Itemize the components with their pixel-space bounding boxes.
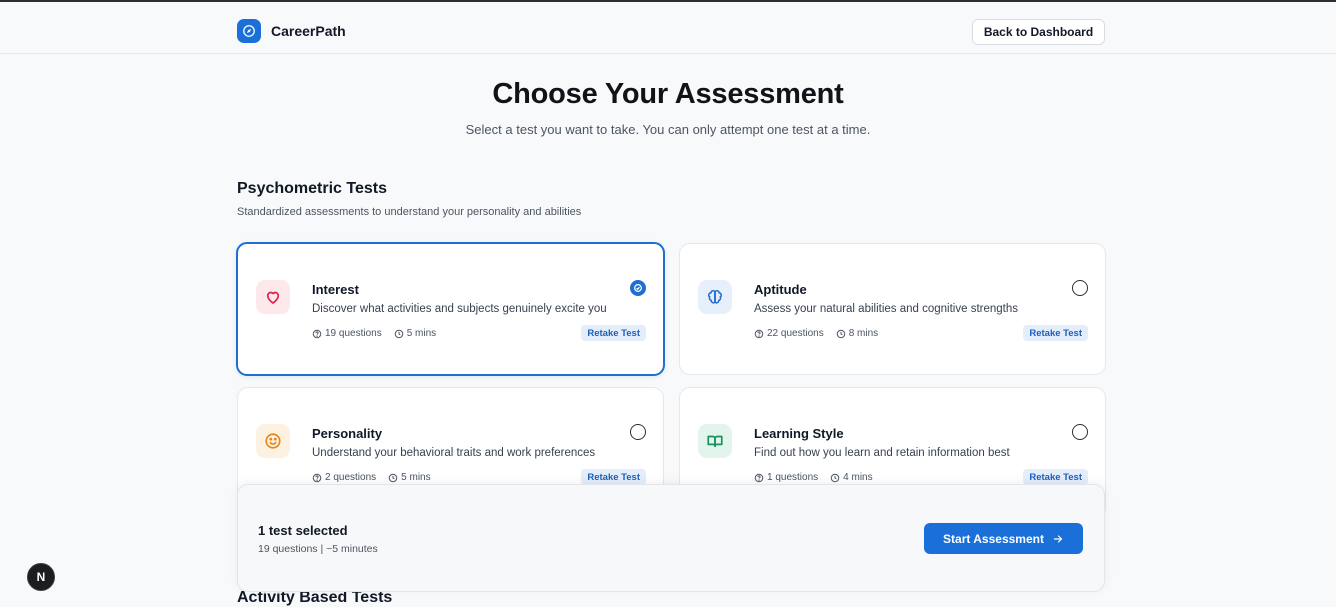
start-assessment-label: Start Assessment — [943, 531, 1044, 546]
clock-icon — [388, 473, 398, 482]
selected-check-icon[interactable] — [630, 280, 646, 296]
help-circle-icon — [754, 329, 764, 338]
dev-tools-badge[interactable]: N — [27, 563, 55, 591]
section-title-psychometric: Psychometric Tests — [237, 180, 387, 197]
heart-icon — [256, 280, 290, 314]
card-description: Assess your natural abilities and cognit… — [754, 303, 1019, 315]
retake-test-badge[interactable]: Retake Test — [581, 325, 646, 341]
app-header: CareerPath Back to Dashboard — [0, 2, 1336, 54]
start-assessment-button[interactable]: Start Assessment — [924, 523, 1083, 554]
page-title: Choose Your Assessment — [492, 78, 844, 110]
duration: 5 mins — [388, 472, 431, 483]
card-description: Discover what activities and subjects ge… — [312, 303, 607, 315]
question-count: 1 questions — [754, 472, 818, 483]
help-circle-icon — [312, 473, 322, 482]
duration: 4 mins — [830, 472, 873, 483]
compass-icon — [237, 19, 261, 43]
card-title: Interest — [312, 282, 359, 297]
card-meta: 22 questions 8 mins — [754, 328, 878, 339]
retake-test-badge[interactable]: Retake Test — [1023, 325, 1088, 341]
select-radio[interactable] — [1072, 280, 1088, 296]
arrow-right-icon — [1053, 534, 1063, 543]
question-count: 2 questions — [312, 472, 376, 483]
card-title: Learning Style — [754, 426, 844, 441]
back-to-dashboard-button[interactable]: Back to Dashboard — [972, 19, 1105, 45]
card-meta: 2 questions 5 mins — [312, 472, 431, 483]
clock-icon — [836, 329, 845, 338]
card-description: Find out how you learn and retain inform… — [754, 447, 1010, 459]
duration: 8 mins — [836, 328, 878, 339]
smile-icon — [256, 424, 290, 458]
card-title: Aptitude — [754, 282, 807, 297]
help-circle-icon — [312, 329, 322, 338]
brand[interactable]: CareerPath — [237, 19, 346, 43]
card-title: Personality — [312, 426, 383, 441]
clock-icon — [830, 473, 840, 482]
assessment-card-aptitude[interactable]: Aptitude Assess your natural abilities a… — [679, 243, 1106, 375]
selection-summary-bar: 1 test selected 19 questions | ~5 minute… — [237, 484, 1105, 592]
book-open-icon — [698, 424, 732, 458]
section-description-psychometric: Standardized assessments to understand y… — [237, 206, 582, 218]
question-count: 22 questions — [754, 328, 824, 339]
clock-icon — [394, 329, 403, 338]
duration: 5 mins — [394, 328, 436, 339]
retake-test-badge[interactable]: Retake Test — [1023, 469, 1088, 485]
question-count: 19 questions — [312, 328, 382, 339]
brand-name: CareerPath — [271, 23, 346, 39]
card-meta: 19 questions 5 mins — [312, 328, 436, 339]
page-subtitle: Select a test you want to take. You can … — [465, 122, 871, 137]
card-description: Understand your behavioral traits and wo… — [312, 447, 596, 459]
assessment-card-interest[interactable]: Interest Discover what activities and su… — [236, 242, 665, 376]
card-meta: 1 questions 4 mins — [754, 472, 873, 483]
selected-summary: 19 questions | ~5 minutes — [258, 543, 378, 555]
retake-test-badge[interactable]: Retake Test — [581, 469, 646, 485]
brain-icon — [698, 280, 732, 314]
select-radio[interactable] — [1072, 424, 1088, 440]
select-radio[interactable] — [630, 424, 646, 440]
selected-count: 1 test selected — [258, 523, 348, 538]
help-circle-icon — [754, 473, 764, 482]
